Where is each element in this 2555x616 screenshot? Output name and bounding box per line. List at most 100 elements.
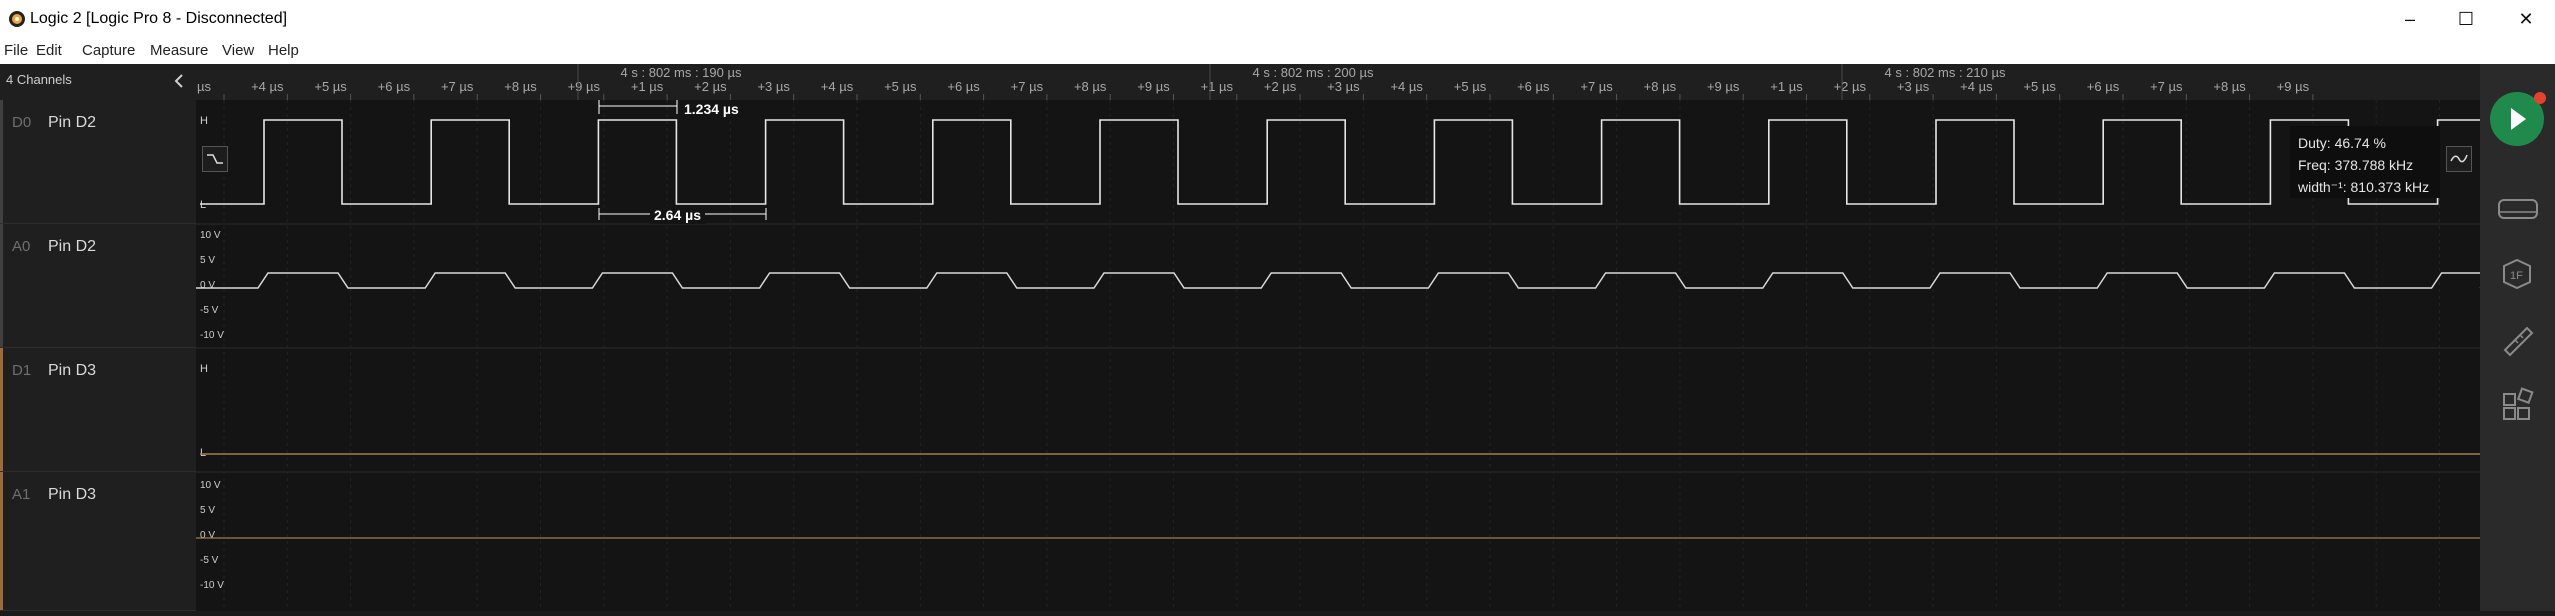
channels-header: 4 Channels bbox=[0, 64, 196, 101]
time-tick-label: +7 µs bbox=[441, 79, 474, 94]
extensions-icon bbox=[2503, 387, 2534, 420]
analog-level-label: 0 V bbox=[200, 280, 215, 291]
analog-level-label: -10 V bbox=[200, 330, 224, 341]
time-tick-label: +9 µs bbox=[1707, 79, 1740, 94]
menu-measure[interactable]: Measure bbox=[150, 42, 208, 59]
start-capture-button[interactable] bbox=[2480, 86, 2555, 156]
time-tick-label: +5 µs bbox=[884, 79, 917, 94]
channel-row-a0[interactable]: A0 Pin D2 bbox=[0, 224, 196, 348]
analog-level-label: 10 V bbox=[200, 480, 221, 491]
time-tick-label: +3 µs bbox=[757, 79, 790, 94]
analyzer-icon: 1F bbox=[2503, 258, 2531, 290]
time-axis-svg: µs +4 µs +5 µs +6 µs +7 µs +8 µs +9 µs +1 µs +2 … bbox=[197, 64, 2314, 100]
time-tick-label: +7 µs bbox=[1580, 79, 1613, 94]
time-tick-label: +6 µs bbox=[2087, 79, 2120, 94]
analyzers-button[interactable]: 1F bbox=[2480, 248, 2555, 298]
time-tick-label: +8 µs bbox=[504, 79, 537, 94]
time-tick-label: +2 µs bbox=[1264, 79, 1297, 94]
time-tick-label: +8 µs bbox=[2213, 79, 2246, 94]
close-button[interactable]: ✕ bbox=[2506, 6, 2546, 32]
menu-help[interactable]: Help bbox=[268, 42, 299, 59]
analog-level-label: -5 V bbox=[200, 305, 219, 316]
time-tick-label: +6 µs bbox=[1517, 79, 1550, 94]
period-measurement: 2.64 µs bbox=[650, 206, 705, 224]
play-icon bbox=[2490, 92, 2546, 146]
pulse-icon bbox=[2450, 154, 2468, 163]
analog-level-label: 5 V bbox=[200, 505, 215, 516]
time-tick-label: +1 µs bbox=[631, 79, 664, 94]
time-tick-label: +5 µs bbox=[314, 79, 347, 94]
svg-text:1F: 1F bbox=[2510, 270, 2523, 282]
menu-view[interactable]: View bbox=[222, 42, 254, 59]
time-tick-label: +8 µs bbox=[1074, 79, 1107, 94]
channel-accent bbox=[0, 472, 3, 610]
channels-count: 4 Channels bbox=[6, 72, 72, 87]
time-tick-label: +1 µs bbox=[1770, 79, 1803, 94]
channel-accent bbox=[0, 224, 3, 347]
pulse-width-measurement: 1.234 µs bbox=[680, 100, 743, 118]
channel-name[interactable]: Pin D3 bbox=[48, 486, 96, 504]
time-tick-label: +2 µs bbox=[1834, 79, 1867, 94]
analog-level-label: 0 V bbox=[200, 530, 215, 541]
logic-app-icon bbox=[9, 11, 25, 27]
time-group-label: 4 s : 802 ms : 200 µs bbox=[1253, 65, 1374, 80]
channel-row-d0[interactable]: D0 Pin D2 bbox=[0, 100, 196, 224]
width-readout: width⁻¹: 810.373 kHz bbox=[2298, 179, 2430, 195]
time-tick-label: +5 µs bbox=[1454, 79, 1487, 94]
channel-name[interactable]: Pin D2 bbox=[48, 238, 96, 256]
falling-edge-icon bbox=[207, 154, 223, 164]
channel-row-a1[interactable]: A1 Pin D3 bbox=[0, 472, 196, 611]
time-tick-label: +1 µs bbox=[1201, 79, 1234, 94]
digital-d0-waveform bbox=[200, 119, 2480, 205]
time-tick-label: +4 µs bbox=[1960, 79, 1993, 94]
right-toolbar: 1F bbox=[2480, 64, 2555, 611]
time-tick-label: +8 µs bbox=[1644, 79, 1677, 94]
level-high-label: H bbox=[200, 115, 208, 127]
time-group-label: 4 s : 802 ms : 210 µs bbox=[1885, 65, 2006, 80]
time-group-label: 4 s : 802 ms : 190 µs bbox=[621, 65, 742, 80]
extensions-button[interactable] bbox=[2480, 380, 2555, 430]
menu-bar: File Edit Capture Measure View Help bbox=[0, 38, 2555, 65]
level-low-label: L bbox=[200, 199, 206, 211]
window-title: Logic 2 [Logic Pro 8 - Disconnected] bbox=[30, 10, 288, 27]
time-tick-label: +7 µs bbox=[2150, 79, 2183, 94]
time-tick-label: +9 µs bbox=[2277, 79, 2310, 94]
menu-edit[interactable]: Edit bbox=[36, 42, 62, 59]
time-tick-label: +7 µs bbox=[1011, 79, 1044, 94]
measurements-button[interactable] bbox=[2480, 314, 2555, 364]
measure-pulse-button[interactable] bbox=[2446, 146, 2472, 172]
channel-accent bbox=[0, 100, 3, 223]
measure-icon bbox=[2503, 326, 2534, 357]
time-tick-label: +3 µs bbox=[1897, 79, 1930, 94]
maximize-button[interactable]: ☐ bbox=[2446, 6, 2486, 32]
device-icon bbox=[2498, 199, 2538, 219]
analog-level-label: -10 V bbox=[200, 580, 224, 591]
channel-row-d1[interactable]: D1 Pin D3 bbox=[0, 348, 196, 472]
device-settings-button[interactable] bbox=[2480, 182, 2555, 232]
time-tick-label: µs bbox=[197, 79, 211, 94]
time-tick-label: +4 µs bbox=[1390, 79, 1423, 94]
collapse-sidebar-icon[interactable] bbox=[172, 73, 186, 89]
analog-level-label: 5 V bbox=[200, 255, 215, 266]
measurement-tooltip: Duty: 46.74 % Freq: 378.788 kHz width⁻¹:… bbox=[2290, 126, 2440, 198]
waveform-svg: H L H L 10 V 5 V 0 V -5 V -10 V 10 V 5 V 0 V -5 V -10… bbox=[196, 100, 2512, 611]
trigger-falling-edge-button[interactable] bbox=[202, 146, 228, 172]
minimize-button[interactable]: – bbox=[2390, 6, 2430, 32]
time-tick-label: +6 µs bbox=[947, 79, 980, 94]
channel-id: D1 bbox=[12, 362, 32, 379]
menu-file[interactable]: File bbox=[4, 42, 28, 59]
channel-id: A1 bbox=[12, 486, 31, 503]
level-high-label: H bbox=[200, 363, 208, 375]
time-tick-label: +5 µs bbox=[2023, 79, 2056, 94]
waveform-area[interactable]: H L H L 10 V 5 V 0 V -5 V -10 V 10 V 5 V 0 V -5 V -10… bbox=[196, 100, 2512, 611]
title-bar: Logic 2 [Logic Pro 8 - Disconnected] – ☐… bbox=[0, 0, 2555, 38]
time-tick-label: +4 µs bbox=[251, 79, 284, 94]
analog-a0-waveform bbox=[196, 272, 2512, 289]
time-tick-label: +6 µs bbox=[378, 79, 411, 94]
time-axis[interactable]: µs +4 µs +5 µs +6 µs +7 µs +8 µs +9 µs +1 µs +2 … bbox=[196, 64, 2480, 101]
analog-level-label: 10 V bbox=[200, 230, 221, 241]
channel-name[interactable]: Pin D3 bbox=[48, 362, 96, 380]
channel-name[interactable]: Pin D2 bbox=[48, 114, 96, 132]
menu-capture[interactable]: Capture bbox=[82, 42, 135, 59]
channel-accent bbox=[0, 348, 3, 471]
